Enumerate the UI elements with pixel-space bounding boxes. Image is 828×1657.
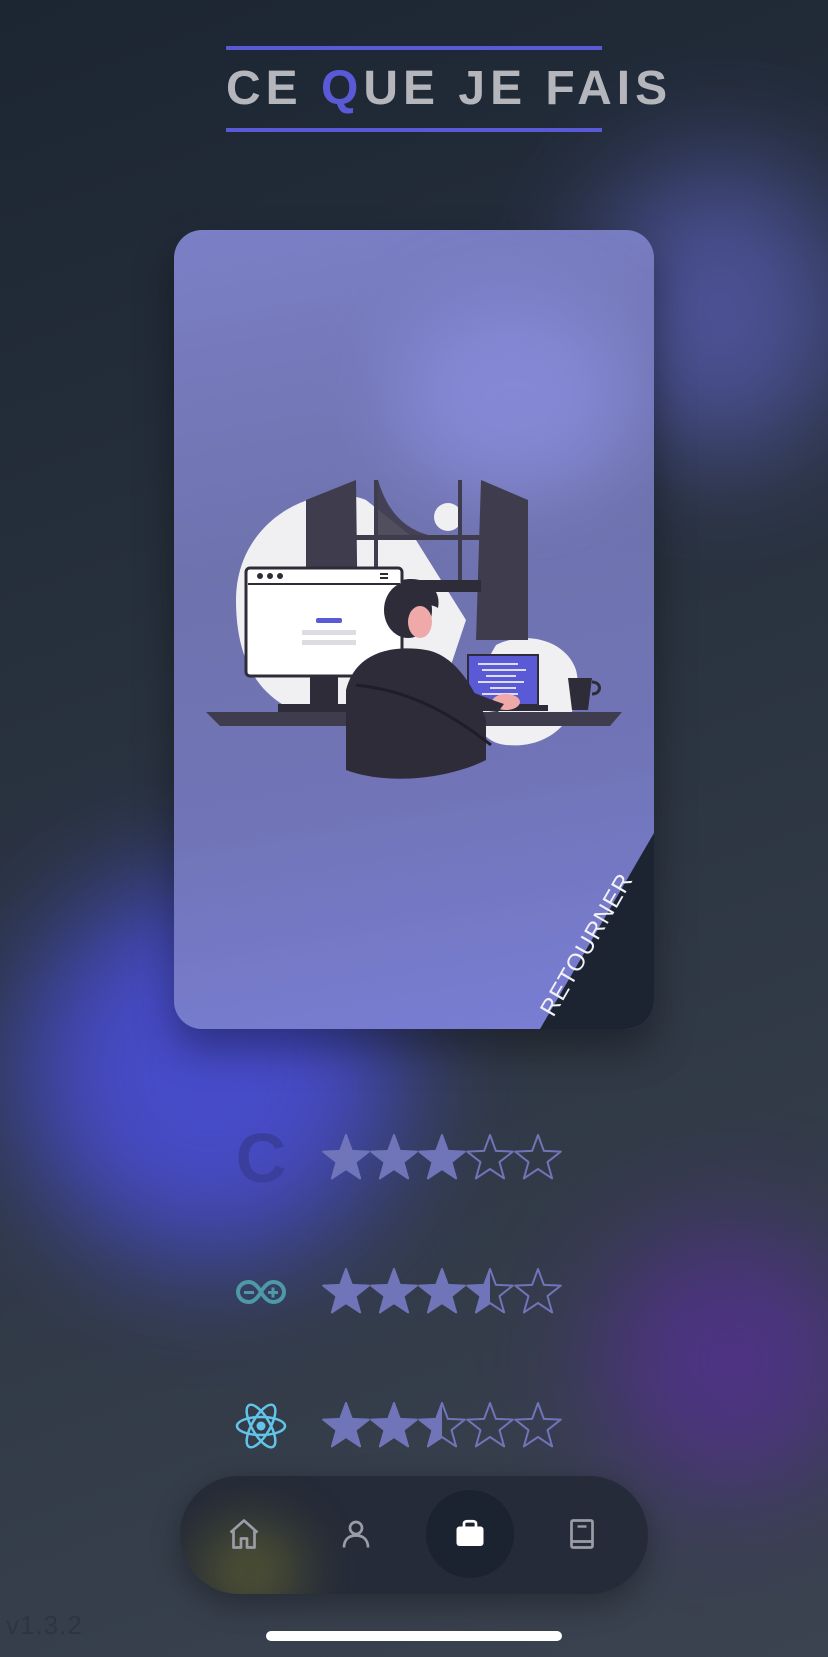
nav-home-button[interactable] bbox=[200, 1490, 288, 1578]
title-accent-letter: Q bbox=[321, 62, 364, 115]
title-divider bbox=[226, 46, 602, 50]
skill-row: C bbox=[232, 1119, 572, 1197]
react-icon bbox=[232, 1394, 290, 1458]
developer-at-desk-illustration bbox=[206, 480, 622, 779]
background-glow bbox=[600, 1230, 828, 1490]
star-rating bbox=[322, 1268, 562, 1314]
section-header: CE QUE JE FAIS bbox=[226, 46, 667, 132]
briefcase-icon bbox=[456, 1519, 484, 1546]
arduino-icon bbox=[232, 1260, 290, 1324]
home-indicator bbox=[266, 1631, 562, 1641]
c-language-icon: C bbox=[232, 1119, 290, 1197]
title-text: CE bbox=[226, 62, 322, 115]
user-icon bbox=[342, 1520, 370, 1548]
app-version: v1.3.2 bbox=[6, 1610, 83, 1640]
home-icon bbox=[229, 1519, 259, 1549]
skill-row bbox=[232, 1394, 572, 1458]
page-title: CE QUE JE FAIS bbox=[226, 62, 667, 116]
flip-card[interactable]: RETOURNER bbox=[174, 230, 654, 1029]
title-divider bbox=[226, 128, 602, 132]
star-outline bbox=[514, 1402, 562, 1448]
skill-row bbox=[232, 1260, 572, 1324]
star-outline bbox=[514, 1134, 562, 1180]
star-outline bbox=[514, 1268, 562, 1314]
c-language-letter: C bbox=[235, 1119, 287, 1197]
nav-work-button[interactable] bbox=[426, 1490, 514, 1578]
book-icon bbox=[570, 1519, 594, 1549]
star-rating bbox=[322, 1134, 562, 1180]
star-rating bbox=[322, 1402, 562, 1448]
star-outline bbox=[466, 1402, 514, 1448]
nav-profile-button[interactable] bbox=[312, 1490, 400, 1578]
star-outline bbox=[466, 1134, 514, 1180]
title-text: UE JE FAIS bbox=[363, 62, 673, 115]
nav-blog-button[interactable] bbox=[538, 1490, 626, 1578]
bottom-navigation bbox=[180, 1476, 648, 1594]
